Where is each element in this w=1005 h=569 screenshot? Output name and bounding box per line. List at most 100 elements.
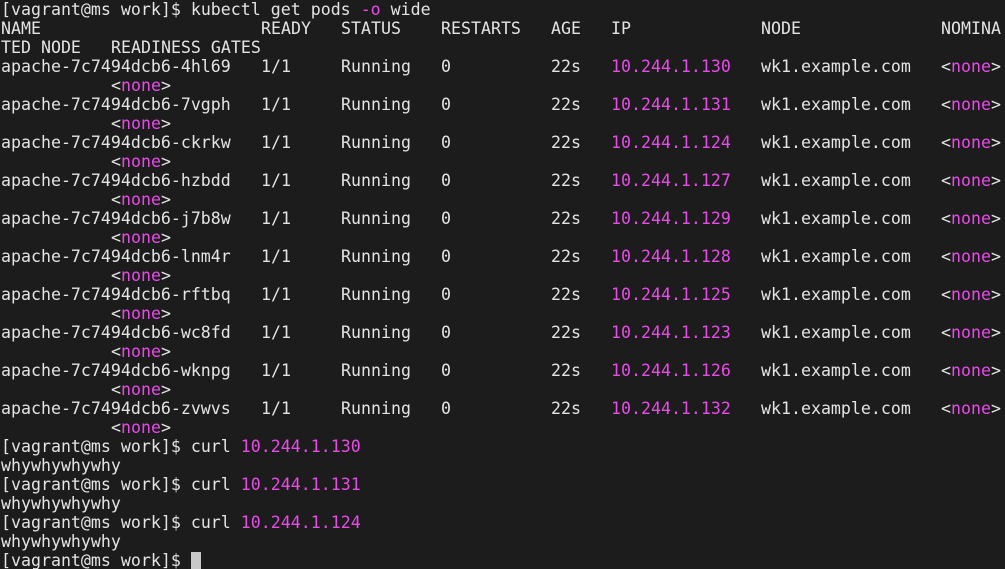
pod-restarts: 0	[441, 247, 451, 266]
pod-ready: 1/1	[261, 95, 291, 114]
pod-ready: 1/1	[261, 209, 291, 228]
command-ip: 10.244.1.130	[240, 437, 361, 456]
pod-readiness-gates: <none>	[111, 304, 171, 323]
table-row-wrap: <none>	[1, 190, 1005, 209]
table-row: apache-7c7494dcb6-wknpg 1/1 Running 0 22s 10.…	[1, 361, 1005, 380]
command-ip: 10.244.1.131	[240, 475, 361, 494]
pod-nominated-node-value: none	[951, 95, 991, 114]
pod-readiness-gates-value: none	[121, 152, 161, 171]
pod-restarts: 0	[441, 323, 451, 342]
pod-nominated-node-value: none	[951, 323, 991, 342]
pod-name: apache-7c7494dcb6-zvwvs	[1, 399, 231, 418]
prompt: [vagrant@ms work]$	[1, 551, 181, 569]
prompt: [vagrant@ms work]$	[1, 513, 181, 532]
pod-readiness-gates: <none>	[111, 76, 171, 95]
pod-readiness-gates-value: none	[121, 418, 161, 437]
command-output: whywhywhywhy	[1, 494, 1005, 513]
pod-ready: 1/1	[261, 285, 291, 304]
pod-status: Running	[341, 95, 411, 114]
header-restarts: RESTARTS	[441, 19, 521, 38]
pod-nominated-node: <none>	[941, 285, 1001, 304]
pod-ip: 10.244.1.123	[611, 323, 731, 342]
pod-age: 22s	[551, 171, 581, 190]
pod-status: Running	[341, 133, 411, 152]
pod-nominated-node: <none>	[941, 399, 1001, 418]
pod-node: wk1.example.com	[761, 323, 911, 342]
pod-ip: 10.244.1.125	[611, 285, 731, 304]
pod-age: 22s	[551, 133, 581, 152]
pod-ready: 1/1	[261, 399, 291, 418]
command-flag: -o	[360, 0, 381, 19]
pod-restarts: 0	[441, 285, 451, 304]
table-row: apache-7c7494dcb6-hzbdd 1/1 Running 0 22s 10.…	[1, 171, 1005, 190]
pod-nominated-node-value: none	[951, 247, 991, 266]
command-text: kubectl get pods	[190, 0, 351, 19]
pod-name: apache-7c7494dcb6-rftbq	[1, 285, 231, 304]
prompt: [vagrant@ms work]$	[1, 475, 181, 494]
command-line: [vagrant@ms work]$ curl 10.244.1.131	[1, 475, 1005, 494]
pod-ready: 1/1	[261, 323, 291, 342]
header-nominated: NOMINA	[941, 19, 1001, 38]
table-row-wrap: <none>	[1, 114, 1005, 133]
pod-restarts: 0	[441, 133, 451, 152]
pod-name: apache-7c7494dcb6-j7b8w	[1, 209, 231, 228]
pod-readiness-gates-value: none	[121, 228, 161, 247]
curl-output: whywhywhywhy	[1, 494, 121, 513]
command-text: curl	[190, 437, 231, 456]
pod-nominated-node: <none>	[941, 323, 1001, 342]
pod-nominated-node-value: none	[951, 133, 991, 152]
pod-ready: 1/1	[261, 133, 291, 152]
pod-age: 22s	[551, 95, 581, 114]
pod-status: Running	[341, 209, 411, 228]
pod-nominated-node: <none>	[941, 133, 1001, 152]
pod-nominated-node: <none>	[941, 95, 1001, 114]
header-ip: IP	[611, 19, 631, 38]
text-cursor[interactable]	[190, 552, 201, 569]
table-header-wrap: TED NODE READINESS GATES	[1, 38, 1005, 57]
pod-nominated-node-value: none	[951, 285, 991, 304]
pod-nominated-node: <none>	[941, 361, 1001, 380]
pod-node: wk1.example.com	[761, 57, 911, 76]
table-row: apache-7c7494dcb6-7vgph 1/1 Running 0 22s 10.…	[1, 95, 1005, 114]
pod-readiness-gates-value: none	[121, 76, 161, 95]
pod-name: apache-7c7494dcb6-4hl69	[1, 57, 231, 76]
pod-readiness-gates: <none>	[111, 266, 171, 285]
pod-readiness-gates: <none>	[111, 114, 171, 133]
pod-age: 22s	[551, 57, 581, 76]
pod-nominated-node: <none>	[941, 209, 1001, 228]
pod-age: 22s	[551, 285, 581, 304]
command-line: [vagrant@ms work]$ curl 10.244.1.124	[1, 513, 1005, 532]
table-row-wrap: <none>	[1, 76, 1005, 95]
pod-nominated-node-value: none	[951, 361, 991, 380]
pod-node: wk1.example.com	[761, 361, 911, 380]
table-row: apache-7c7494dcb6-lnm4r 1/1 Running 0 22s 10.…	[1, 247, 1005, 266]
pod-ip: 10.244.1.126	[611, 361, 731, 380]
table-row-wrap: <none>	[1, 152, 1005, 171]
pod-nominated-node-value: none	[951, 209, 991, 228]
pod-ready: 1/1	[261, 57, 291, 76]
pod-name: apache-7c7494dcb6-lnm4r	[1, 247, 231, 266]
pod-readiness-gates: <none>	[111, 342, 171, 361]
pod-nominated-node-value: none	[951, 57, 991, 76]
pod-node: wk1.example.com	[761, 209, 911, 228]
pod-ip: 10.244.1.132	[611, 399, 731, 418]
pod-readiness-gates: <none>	[111, 418, 171, 437]
pod-readiness-gates: <none>	[111, 228, 171, 247]
header-ready: READY	[261, 19, 311, 38]
table-row: apache-7c7494dcb6-zvwvs 1/1 Running 0 22s 10.…	[1, 399, 1005, 418]
table-row-wrap: <none>	[1, 228, 1005, 247]
pod-readiness-gates-value: none	[121, 190, 161, 209]
table-row-wrap: <none>	[1, 418, 1005, 437]
pod-ip: 10.244.1.131	[611, 95, 731, 114]
pod-restarts: 0	[441, 95, 451, 114]
active-prompt-line[interactable]: [vagrant@ms work]$	[1, 551, 1005, 569]
table-row-wrap: <none>	[1, 380, 1005, 399]
terminal-window[interactable]: [vagrant@ms work]$ kubectl get pods -o w…	[0, 0, 1005, 569]
pod-status: Running	[341, 171, 411, 190]
pod-node: wk1.example.com	[761, 133, 911, 152]
pod-node: wk1.example.com	[761, 247, 911, 266]
pod-readiness-gates: <none>	[111, 190, 171, 209]
pod-name: apache-7c7494dcb6-7vgph	[1, 95, 231, 114]
pod-restarts: 0	[441, 57, 451, 76]
pod-age: 22s	[551, 399, 581, 418]
